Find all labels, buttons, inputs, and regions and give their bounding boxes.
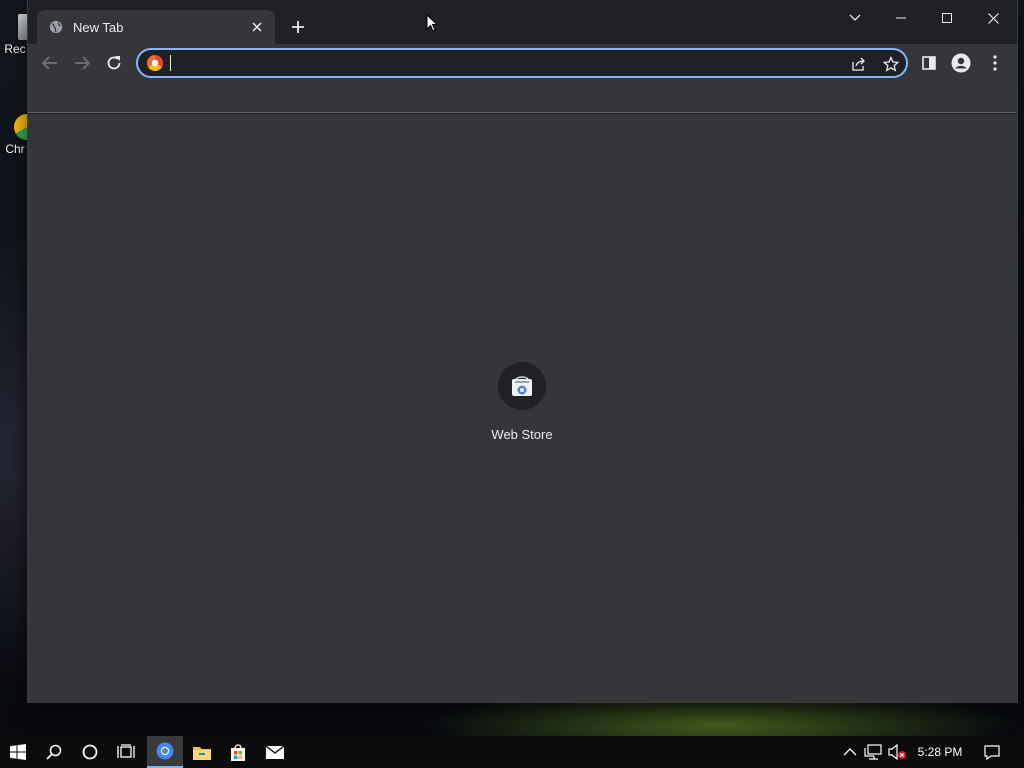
minimize-icon	[896, 17, 906, 19]
action-center-button[interactable]	[978, 741, 1006, 763]
browser-menu-button[interactable]	[980, 48, 1010, 78]
cortana-button[interactable]	[72, 736, 108, 768]
store-icon	[231, 743, 245, 761]
file-explorer-button[interactable]	[184, 736, 220, 768]
chrome-icon	[156, 742, 174, 760]
mail-icon	[266, 745, 284, 759]
profile-icon	[951, 53, 971, 73]
task-view-button[interactable]	[108, 736, 144, 768]
mail-button[interactable]	[257, 736, 293, 768]
taskbar: 5:28 PM	[0, 736, 1024, 768]
new-tab-page: Web Store	[28, 114, 1017, 702]
profile-button[interactable]	[946, 48, 976, 78]
plus-icon	[292, 21, 304, 33]
chevron-up-icon[interactable]	[842, 744, 858, 760]
store-button[interactable]	[220, 736, 256, 768]
start-button[interactable]	[0, 736, 36, 768]
maximize-icon	[942, 13, 952, 23]
taskbar-search-button[interactable]	[36, 736, 72, 768]
desktop-icon-recycle-bin[interactable]: Rec	[0, 14, 32, 56]
web-store-icon	[512, 376, 532, 396]
taskbar-chrome-button[interactable]	[147, 736, 183, 768]
tab-title: New Tab	[73, 19, 124, 35]
share-icon	[852, 57, 865, 71]
address-bar[interactable]	[136, 48, 908, 78]
new-tab-button[interactable]	[288, 17, 308, 37]
shortcut-tile	[498, 362, 546, 410]
star-icon	[883, 56, 899, 72]
mouse-pointer-icon	[426, 14, 438, 32]
text-caret	[170, 55, 171, 71]
close-icon	[987, 12, 999, 24]
back-button[interactable]	[35, 48, 65, 78]
tab-new-tab[interactable]: New Tab	[37, 10, 275, 44]
notification-icon	[984, 744, 1000, 760]
taskbar-clock[interactable]: 5:28 PM	[910, 745, 970, 759]
desktop-icon-label: Chr	[5, 142, 25, 156]
cortana-icon	[82, 744, 98, 760]
maximize-button[interactable]	[924, 4, 970, 32]
task-view-icon	[117, 744, 135, 758]
shortcut-label: Web Store	[491, 427, 553, 442]
minimize-button[interactable]	[878, 4, 924, 32]
browser-window: New Tab Web Store	[28, 0, 1017, 702]
address-input[interactable]	[168, 53, 808, 73]
share-button[interactable]	[848, 53, 870, 75]
volume-muted-icon[interactable]	[888, 744, 906, 760]
side-panel-icon	[922, 56, 936, 70]
desktop-icon-label: Rec	[4, 42, 26, 56]
reload-icon	[107, 56, 121, 70]
bookmarks-bar	[28, 82, 1017, 113]
arrow-left-icon	[42, 56, 57, 70]
title-bar[interactable]: New Tab	[28, 0, 1017, 44]
windows-start-icon	[10, 744, 26, 760]
chevron-down-icon	[849, 14, 861, 21]
site-info-icon[interactable]	[147, 55, 163, 71]
search-icon	[46, 744, 62, 760]
shortcut-web-store[interactable]: Web Store	[482, 362, 562, 442]
arrow-right-icon	[75, 56, 90, 70]
side-panel-button[interactable]	[914, 48, 944, 78]
close-tab-icon[interactable]	[249, 19, 265, 35]
forward-button[interactable]	[67, 48, 97, 78]
network-icon[interactable]	[864, 744, 882, 760]
desktop-icon-chrome[interactable]: Chr	[0, 114, 40, 156]
toolbar	[28, 44, 1017, 82]
kebab-menu-icon	[993, 55, 997, 71]
reload-button[interactable]	[99, 48, 129, 78]
close-window-button[interactable]	[970, 4, 1016, 32]
globe-icon	[49, 20, 63, 34]
file-explorer-icon	[193, 746, 211, 760]
tab-search-button[interactable]	[832, 4, 878, 32]
bookmark-star-button[interactable]	[880, 53, 902, 75]
